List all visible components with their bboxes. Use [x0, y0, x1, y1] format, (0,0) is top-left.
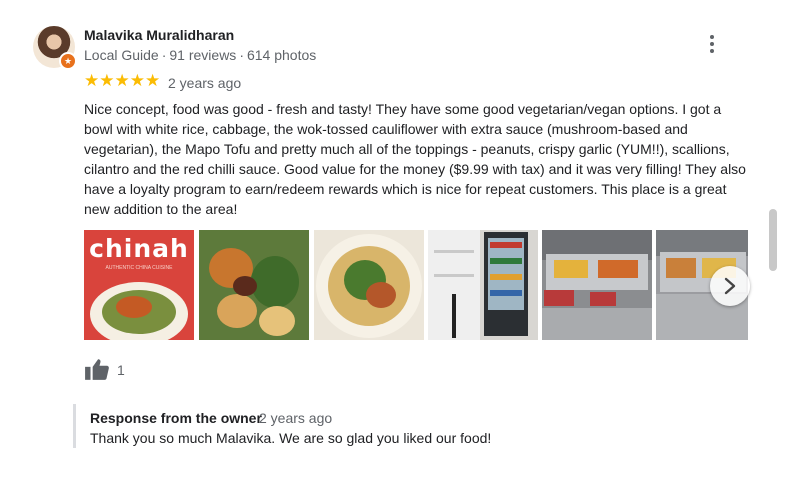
review-photo[interactable]	[314, 230, 424, 340]
more-vert-icon[interactable]	[700, 32, 724, 56]
reviewer-meta: Local Guide · 91 reviews · 614 photos	[84, 47, 316, 63]
owner-response-title: Response from the owner	[90, 410, 262, 426]
owner-response-text: Thank you so much Malavika. We are so gl…	[90, 430, 492, 446]
review-text: Nice concept, food was good - fresh and …	[84, 101, 746, 217]
review-photo[interactable]	[542, 230, 652, 340]
like-button[interactable]	[84, 357, 110, 381]
like-count: 1	[117, 362, 125, 378]
review-photo[interactable]	[199, 230, 309, 340]
review-photo[interactable]: chinah AUTHENTIC CHINA CUISINE	[84, 230, 194, 340]
restaurant-logo-subtext: AUTHENTIC CHINA CUISINE	[105, 265, 173, 271]
meta-separator: ·	[239, 47, 244, 63]
reviewer-name[interactable]: Malavika Muralidharan	[84, 27, 234, 43]
owner-response-divider	[73, 404, 76, 448]
reviewer-review-count: 91 reviews	[169, 47, 237, 63]
reviewer-level: Local Guide	[84, 47, 159, 63]
photo-strip: chinah AUTHENTIC CHINA CUISINE	[84, 230, 748, 341]
local-guide-star-icon: ★	[59, 52, 77, 70]
next-photo-button[interactable]	[710, 266, 750, 306]
thumb-up-icon	[85, 359, 109, 380]
scrollbar-thumb[interactable]	[769, 209, 777, 271]
owner-response-date: 2 years ago	[259, 410, 333, 426]
meta-separator: ·	[161, 47, 167, 63]
restaurant-logo-text: chinah	[89, 234, 189, 263]
reviewer-photo-count: 614 photos	[246, 47, 317, 63]
review-date: 2 years ago	[168, 75, 242, 91]
star-rating: ★★★★★	[84, 71, 161, 90]
chevron-right-icon	[724, 277, 736, 295]
review-photo[interactable]	[428, 230, 538, 340]
